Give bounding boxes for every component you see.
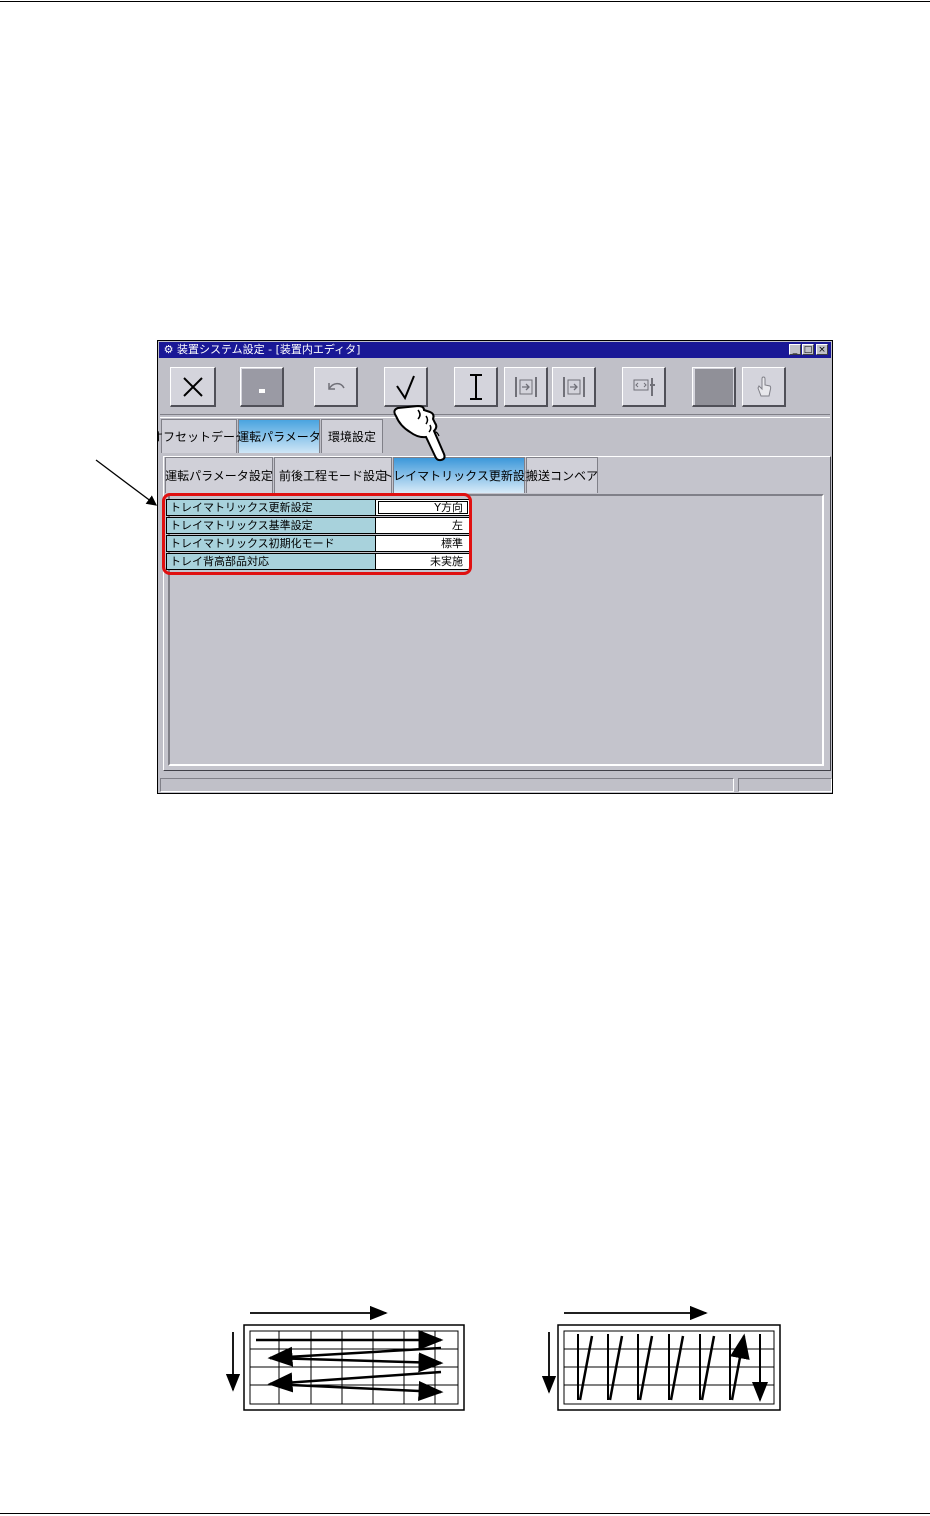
subtab-conveyor[interactable]: 搬送コンベア	[526, 457, 598, 493]
floppy-icon	[241, 368, 282, 405]
arrow-bar-icon	[514, 376, 537, 397]
maximize-button[interactable]: □	[802, 344, 814, 355]
cursor-button[interactable]	[454, 367, 498, 407]
undo-arrow-icon	[327, 382, 345, 390]
tab-operation-params[interactable]: 運転パラメータ	[237, 419, 321, 453]
status-bar	[160, 778, 832, 792]
subtab-operation-param-settings[interactable]: 運転パラメータ設定	[165, 457, 273, 493]
hand-button[interactable]	[742, 367, 786, 407]
minimize-button[interactable]: _	[789, 344, 801, 355]
text-cursor-icon	[469, 373, 482, 400]
app-icon: ⚙	[163, 343, 174, 356]
stop-button[interactable]	[692, 367, 736, 407]
x-direction-grid-icon	[226, 1305, 465, 1411]
highlight-frame	[162, 493, 472, 575]
tab-offset-data[interactable]: オフセットデータ	[158, 419, 247, 453]
close-window-button[interactable]: ×	[816, 344, 828, 355]
undo-button[interactable]	[314, 367, 358, 407]
pointing-hand-icon	[393, 404, 446, 462]
transfer-button[interactable]	[622, 367, 666, 407]
blank-square-icon	[694, 368, 733, 405]
window-title: 装置システム設定 - [装置内エディタ]	[177, 343, 361, 356]
toolbar-separator	[160, 414, 830, 418]
step-button[interactable]	[552, 367, 596, 407]
status-panel-main	[160, 778, 734, 792]
save-button[interactable]	[240, 367, 284, 407]
bottom-rule	[0, 1513, 930, 1514]
check-icon	[395, 375, 415, 400]
close-button[interactable]	[170, 367, 216, 407]
status-panel-side	[738, 778, 832, 792]
subtab-pre-post-process-mode[interactable]: 前後工程モード設定	[274, 457, 392, 493]
transfer-icon	[633, 377, 655, 396]
forward-button[interactable]	[504, 367, 548, 407]
hand-icon	[756, 375, 771, 396]
tab-environment[interactable]: 環境設定	[321, 419, 383, 453]
title-bar: ⚙ 装置システム設定 - [装置内エディタ] _ □ ×	[159, 342, 831, 358]
toolbar	[160, 360, 830, 412]
x-icon	[182, 376, 203, 397]
top-rule	[0, 1, 930, 2]
y-direction-grid-icon	[541, 1305, 781, 1414]
arrow-bar-step-icon	[562, 376, 585, 397]
